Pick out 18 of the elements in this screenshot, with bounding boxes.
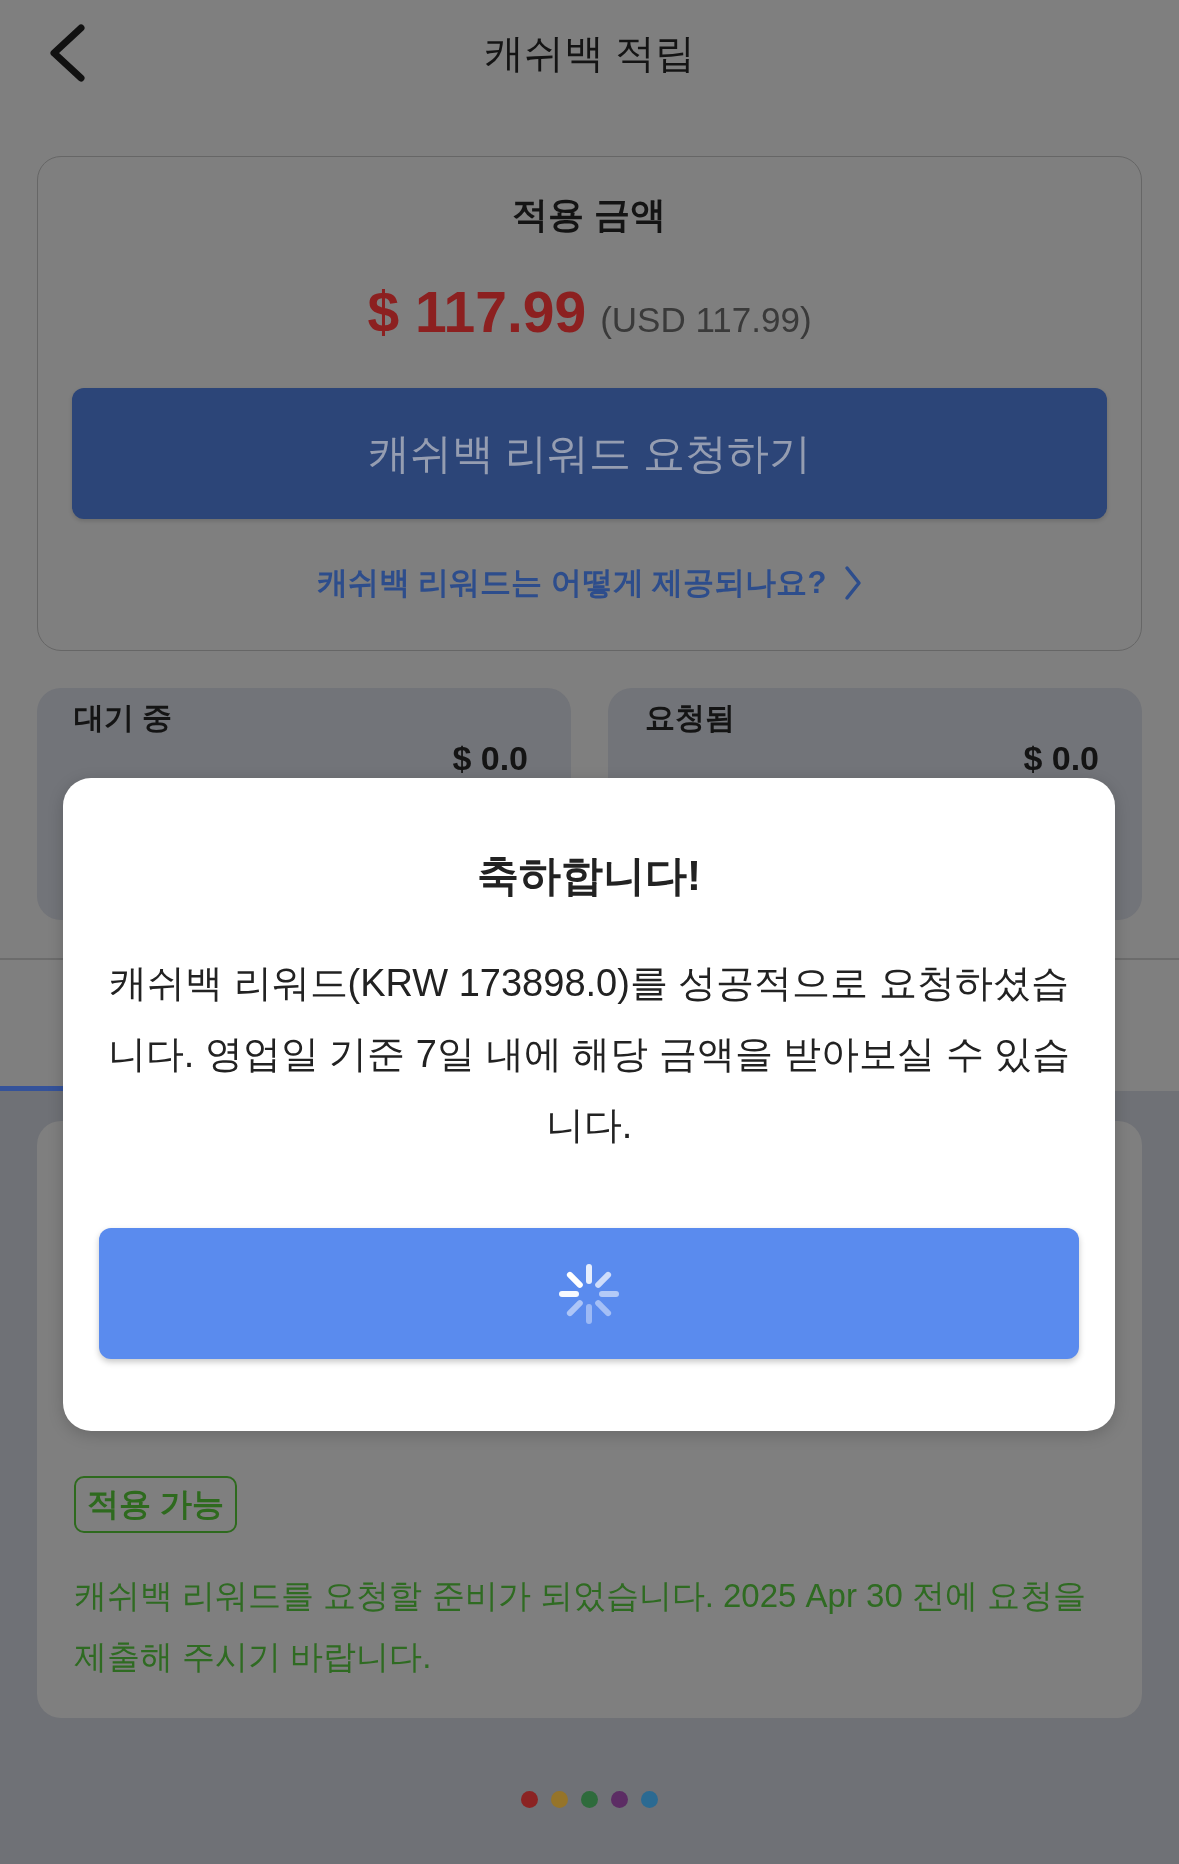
status-title: 요청됨 <box>645 700 735 736</box>
amount-note: (USD 117.99) <box>600 299 812 341</box>
amount-label: 적용 금액 <box>512 193 667 237</box>
chevron-left-icon <box>47 24 87 82</box>
notice-message: 캐쉬백 리워드를 요청할 준비가 되었습니다. 2025 Apr 30 전에 요청을 제출해 주시기 바랍니다. <box>74 1576 1088 1677</box>
dialog-title: 축하합니다! <box>477 851 701 901</box>
status-amount: $ 0.0 <box>1023 738 1099 778</box>
dialog-message: 캐쉬백 리워드(KRW 173898.0)를 성공적으로 요청하셨습니다. 영업일 기준 7일 내에 해당 금액을 받아보실 수 있습니다. <box>106 961 1072 1148</box>
help-link[interactable]: 캐쉬백 리워드는 어떻게 제공되나요? <box>316 561 863 605</box>
status-amount: $ 0.0 <box>452 738 528 778</box>
chevron-right-icon <box>844 565 863 601</box>
amount-value: $ 117.99 <box>367 279 587 346</box>
status-title: 대기 중 <box>74 700 173 736</box>
tab-indicator <box>0 1086 63 1091</box>
status-badge: 적용 가능 <box>74 1476 237 1533</box>
header-title: 캐쉬백 적립 <box>483 30 696 77</box>
request-button[interactable]: 캐쉬백 리워드 요청하기 <box>72 388 1107 519</box>
spinner-icon <box>559 1263 619 1324</box>
